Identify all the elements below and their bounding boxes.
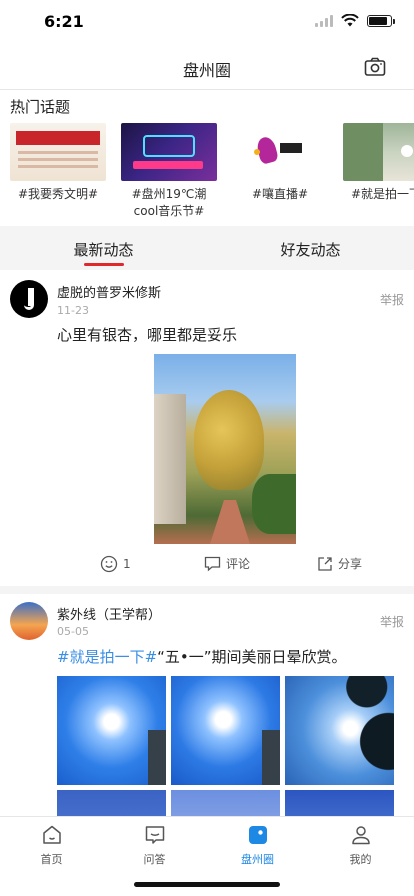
wifi-icon — [341, 14, 359, 27]
comment-button[interactable]: 评论 — [204, 555, 250, 572]
post-username[interactable]: 紫外线（王学帮） — [57, 604, 161, 623]
post-content: 心里有银杏，哪里都是妥乐 — [57, 326, 238, 344]
profile-icon — [351, 826, 370, 845]
topic-thumbnail — [121, 123, 217, 181]
smile-icon — [100, 555, 118, 573]
cellular-signal-icon — [315, 14, 333, 27]
post-card: 虚脱的普罗米修斯 11-23 举报 心里有银杏，哪里都是妥乐 1 评论 分享 — [0, 270, 414, 586]
feed-tabs: 最新动态 好友动态 — [0, 226, 414, 270]
nav-bar: 盘州圈 — [0, 44, 414, 90]
post-hashtag[interactable]: #就是拍一下# — [57, 648, 157, 666]
status-time: 6:21 — [44, 12, 84, 31]
like-button[interactable]: 1 — [100, 555, 131, 573]
tab-latest[interactable]: 最新动态 — [0, 226, 207, 270]
tab-circle[interactable]: 盘州圈 — [206, 823, 309, 867]
topic-item[interactable]: #我要秀文明# — [10, 123, 106, 223]
qa-icon — [145, 826, 164, 844]
comment-label: 评论 — [226, 557, 251, 571]
topic-item[interactable]: #就是拍一下# — [343, 123, 414, 223]
comment-icon — [204, 556, 221, 571]
avatar[interactable] — [10, 602, 48, 640]
avatar[interactable] — [10, 280, 48, 318]
topic-label: #嚷直播# — [251, 187, 309, 201]
like-count: 1 — [123, 557, 131, 571]
post-photo[interactable] — [57, 676, 166, 785]
report-button[interactable]: 举报 — [380, 613, 404, 630]
home-icon — [42, 825, 61, 844]
tab-label: 我的 — [349, 853, 372, 866]
post-actions: 1 评论 分享 — [0, 552, 414, 578]
home-indicator[interactable] — [134, 882, 280, 887]
post-username[interactable]: 虚脱的普罗米修斯 — [57, 282, 161, 301]
topic-item[interactable]: #嚷直播# — [232, 123, 328, 223]
topic-label: #就是拍一下# — [350, 187, 414, 201]
post-text: “五•一”期间美丽日晕欣赏。 — [157, 648, 347, 666]
tab-friends[interactable]: 好友动态 — [207, 226, 414, 270]
topic-thumbnail — [232, 123, 328, 181]
status-icons — [315, 14, 395, 27]
post-content: #就是拍一下#“五•一”期间美丽日晕欣赏。 — [57, 646, 347, 667]
topic-item[interactable]: #盘州19℃潮cool音乐节# — [121, 123, 217, 223]
tab-label: 盘州圈 — [241, 853, 274, 866]
share-label: 分享 — [338, 557, 363, 571]
topic-thumbnail — [10, 123, 106, 181]
topic-thumbnail — [343, 123, 414, 181]
share-icon — [318, 556, 332, 571]
tab-home[interactable]: 首页 — [0, 823, 103, 867]
status-bar: 6:21 — [0, 0, 414, 44]
post-date: 11-23 — [57, 304, 89, 317]
post-photo[interactable] — [285, 676, 394, 785]
circle-icon — [248, 826, 267, 844]
post-photo[interactable] — [171, 676, 280, 785]
battery-icon — [367, 14, 395, 27]
post-photo[interactable] — [154, 354, 296, 544]
hot-topics-title: 热门话题 — [10, 98, 71, 116]
page-title: 盘州圈 — [182, 61, 231, 80]
camera-icon[interactable] — [364, 56, 386, 78]
post-date: 05-05 — [57, 625, 89, 638]
tab-label: 问答 — [143, 853, 166, 866]
tab-profile[interactable]: 我的 — [309, 823, 412, 867]
topic-label: #我要秀文明# — [17, 187, 99, 201]
share-button[interactable]: 分享 — [317, 555, 362, 572]
hot-topics-list: #我要秀文明# #盘州19℃潮cool音乐节# #嚷直播# #就是拍一下# — [10, 123, 414, 223]
topic-label: #盘州19℃潮cool音乐节# — [131, 187, 207, 218]
post-card: 紫外线（王学帮） 05-05 举报 #就是拍一下#“五•一”期间美丽日晕欣赏。 — [0, 594, 414, 896]
post-divider — [0, 586, 414, 594]
tab-qa[interactable]: 问答 — [103, 823, 206, 867]
report-button[interactable]: 举报 — [380, 291, 404, 308]
tab-label: 首页 — [40, 853, 63, 866]
